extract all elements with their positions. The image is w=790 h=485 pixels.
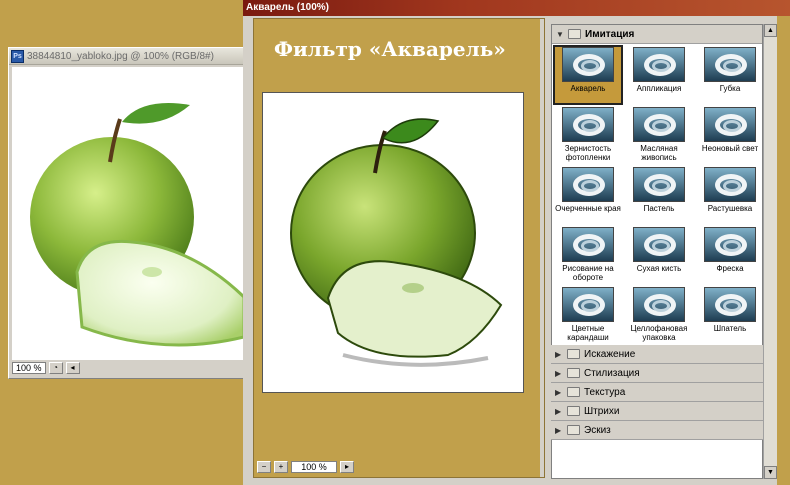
document-canvas[interactable] <box>12 67 244 360</box>
collapsed-arrow-icon: ▶ <box>555 349 562 359</box>
filter-grid: Акварель Аппликация Губка Зернистость фотоп… <box>552 44 762 345</box>
collapsed-categories: ▶ Искажение ▶ Стилизация ▶ Текстура ▶ Штрихи ▶ Эс… <box>551 345 763 440</box>
zoom-menu-button[interactable]: ▸ <box>340 461 354 473</box>
filter-item[interactable]: Рисование на обороте <box>553 225 623 285</box>
filter-label: Акварель <box>570 84 606 93</box>
filter-thumbnail <box>704 167 756 202</box>
right-edge <box>777 16 790 485</box>
category-label: Стилизация <box>584 367 640 379</box>
document-window[interactable]: Ps 38844810_yabloko.jpg @ 100% (RGB/8#) <box>8 47 246 379</box>
category-imitation[interactable]: ▼ Имитация <box>552 25 762 44</box>
preview-zoom-field[interactable]: 100 % <box>291 461 337 473</box>
filter-label: Растушевка <box>707 204 753 213</box>
folder-icon <box>567 406 580 416</box>
zoom-in-button[interactable]: + <box>274 461 288 473</box>
filter-thumbnail <box>562 107 614 142</box>
collapsed-arrow-icon: ▶ <box>555 368 562 378</box>
category-item[interactable]: ▶ Эскиз <box>551 421 763 440</box>
preview-caption: Фильтр «Акварель» <box>274 37 506 61</box>
filter-thumbnail <box>562 167 614 202</box>
filter-thumbnail <box>633 47 685 82</box>
filter-label: Рисование на обороте <box>562 264 614 282</box>
scroll-down-button[interactable]: ▼ <box>764 466 777 479</box>
folder-open-icon <box>568 29 581 39</box>
category-item[interactable]: ▶ Штрихи <box>551 402 763 421</box>
filter-thumbnail <box>562 47 614 82</box>
folder-icon <box>567 368 580 378</box>
folder-icon <box>567 349 580 359</box>
filter-thumbnail <box>633 287 685 322</box>
category-label: Искажение <box>584 348 636 360</box>
filter-thumbnail <box>704 287 756 322</box>
scroll-up-button[interactable]: ▲ <box>764 24 777 37</box>
filter-label: Неоновый свет <box>701 144 759 153</box>
filter-thumbnail <box>633 227 685 262</box>
scroll-left-button[interactable]: ◂ <box>65 362 80 374</box>
filter-item[interactable]: Очерченные края <box>553 165 623 225</box>
filter-thumbnail <box>562 227 614 262</box>
watercolor-apple-image <box>290 118 503 367</box>
filter-thumbnail <box>704 47 756 82</box>
category-label: Эскиз <box>584 424 611 436</box>
filter-item[interactable]: Пастель <box>624 165 694 225</box>
filter-item[interactable]: Масляная живопись <box>624 105 694 165</box>
filter-label: Очерченные края <box>555 204 621 213</box>
filter-item[interactable]: Акварель <box>553 45 623 105</box>
folder-icon <box>567 425 580 435</box>
filter-dialog: Акварель (100%) Фильтр «Акварель» − + 10… <box>243 0 790 485</box>
gallery-scrollbar[interactable]: ▲ ▼ <box>763 24 777 479</box>
folder-icon <box>567 387 580 397</box>
filter-item[interactable]: Сухая кисть <box>624 225 694 285</box>
filter-item[interactable]: Цветные карандаши <box>553 285 623 345</box>
pane-divider[interactable] <box>540 19 544 477</box>
preview-zoom-bar: − + 100 % ▸ <box>257 460 354 474</box>
document-title: 38844810_yabloko.jpg @ 100% (RGB/8#) <box>27 50 214 62</box>
filter-thumbnail <box>633 107 685 142</box>
filter-thumbnail <box>704 107 756 142</box>
filter-item[interactable]: Растушевка <box>695 165 765 225</box>
filter-label: Пастель <box>643 204 675 213</box>
zoom-out-button[interactable]: − <box>257 461 271 473</box>
filter-thumbnail <box>562 287 614 322</box>
document-statusbar: 100 % ◔ ◂ <box>12 361 242 375</box>
filter-item[interactable]: Неоновый свет <box>695 105 765 165</box>
photoshop-icon: Ps <box>11 49 24 63</box>
preview-pane[interactable]: Фильтр «Акварель» − + 100 % ▸ <box>253 18 545 478</box>
filter-label: Масляная живопись <box>640 144 678 162</box>
category-label: Штрихи <box>584 405 620 417</box>
category-item[interactable]: ▶ Стилизация <box>551 364 763 383</box>
collapsed-arrow-icon: ▶ <box>555 406 562 416</box>
nav-button[interactable]: ◔ <box>48 362 63 374</box>
filter-item[interactable]: Зернистость фотопленки <box>553 105 623 165</box>
filter-label: Фреска <box>716 264 744 273</box>
filter-thumbnail <box>704 227 756 262</box>
category-item[interactable]: ▶ Текстура <box>551 383 763 402</box>
preview-frame[interactable] <box>262 92 524 393</box>
filter-item[interactable]: Фреска <box>695 225 765 285</box>
filter-item[interactable]: Аппликация <box>624 45 694 105</box>
category-label: Имитация <box>585 28 635 40</box>
category-label: Текстура <box>584 386 626 398</box>
filter-label: Цветные карандаши <box>567 324 609 342</box>
filter-label: Шпатель <box>713 324 747 333</box>
dialog-title: Акварель (100%) <box>243 0 790 16</box>
expanded-arrow-icon: ▼ <box>556 29 564 39</box>
filter-label: Целлофановая упаковка <box>630 324 688 342</box>
filter-label: Аппликация <box>636 84 682 93</box>
category-item[interactable]: ▶ Искажение <box>551 345 763 364</box>
filter-item[interactable]: Губка <box>695 45 765 105</box>
doc-zoom-field[interactable]: 100 % <box>12 362 46 374</box>
filter-item[interactable]: Целлофановая упаковка <box>624 285 694 345</box>
collapsed-arrow-icon: ▶ <box>555 387 562 397</box>
filter-item[interactable]: Шпатель <box>695 285 765 345</box>
collapsed-arrow-icon: ▶ <box>555 425 562 435</box>
document-titlebar[interactable]: Ps 38844810_yabloko.jpg @ 100% (RGB/8#) <box>9 48 245 65</box>
filter-thumbnail <box>633 167 685 202</box>
filter-label: Сухая кисть <box>636 264 682 273</box>
filter-label: Зернистость фотопленки <box>564 144 612 162</box>
filter-label: Губка <box>719 84 741 93</box>
apple-image <box>30 103 244 347</box>
